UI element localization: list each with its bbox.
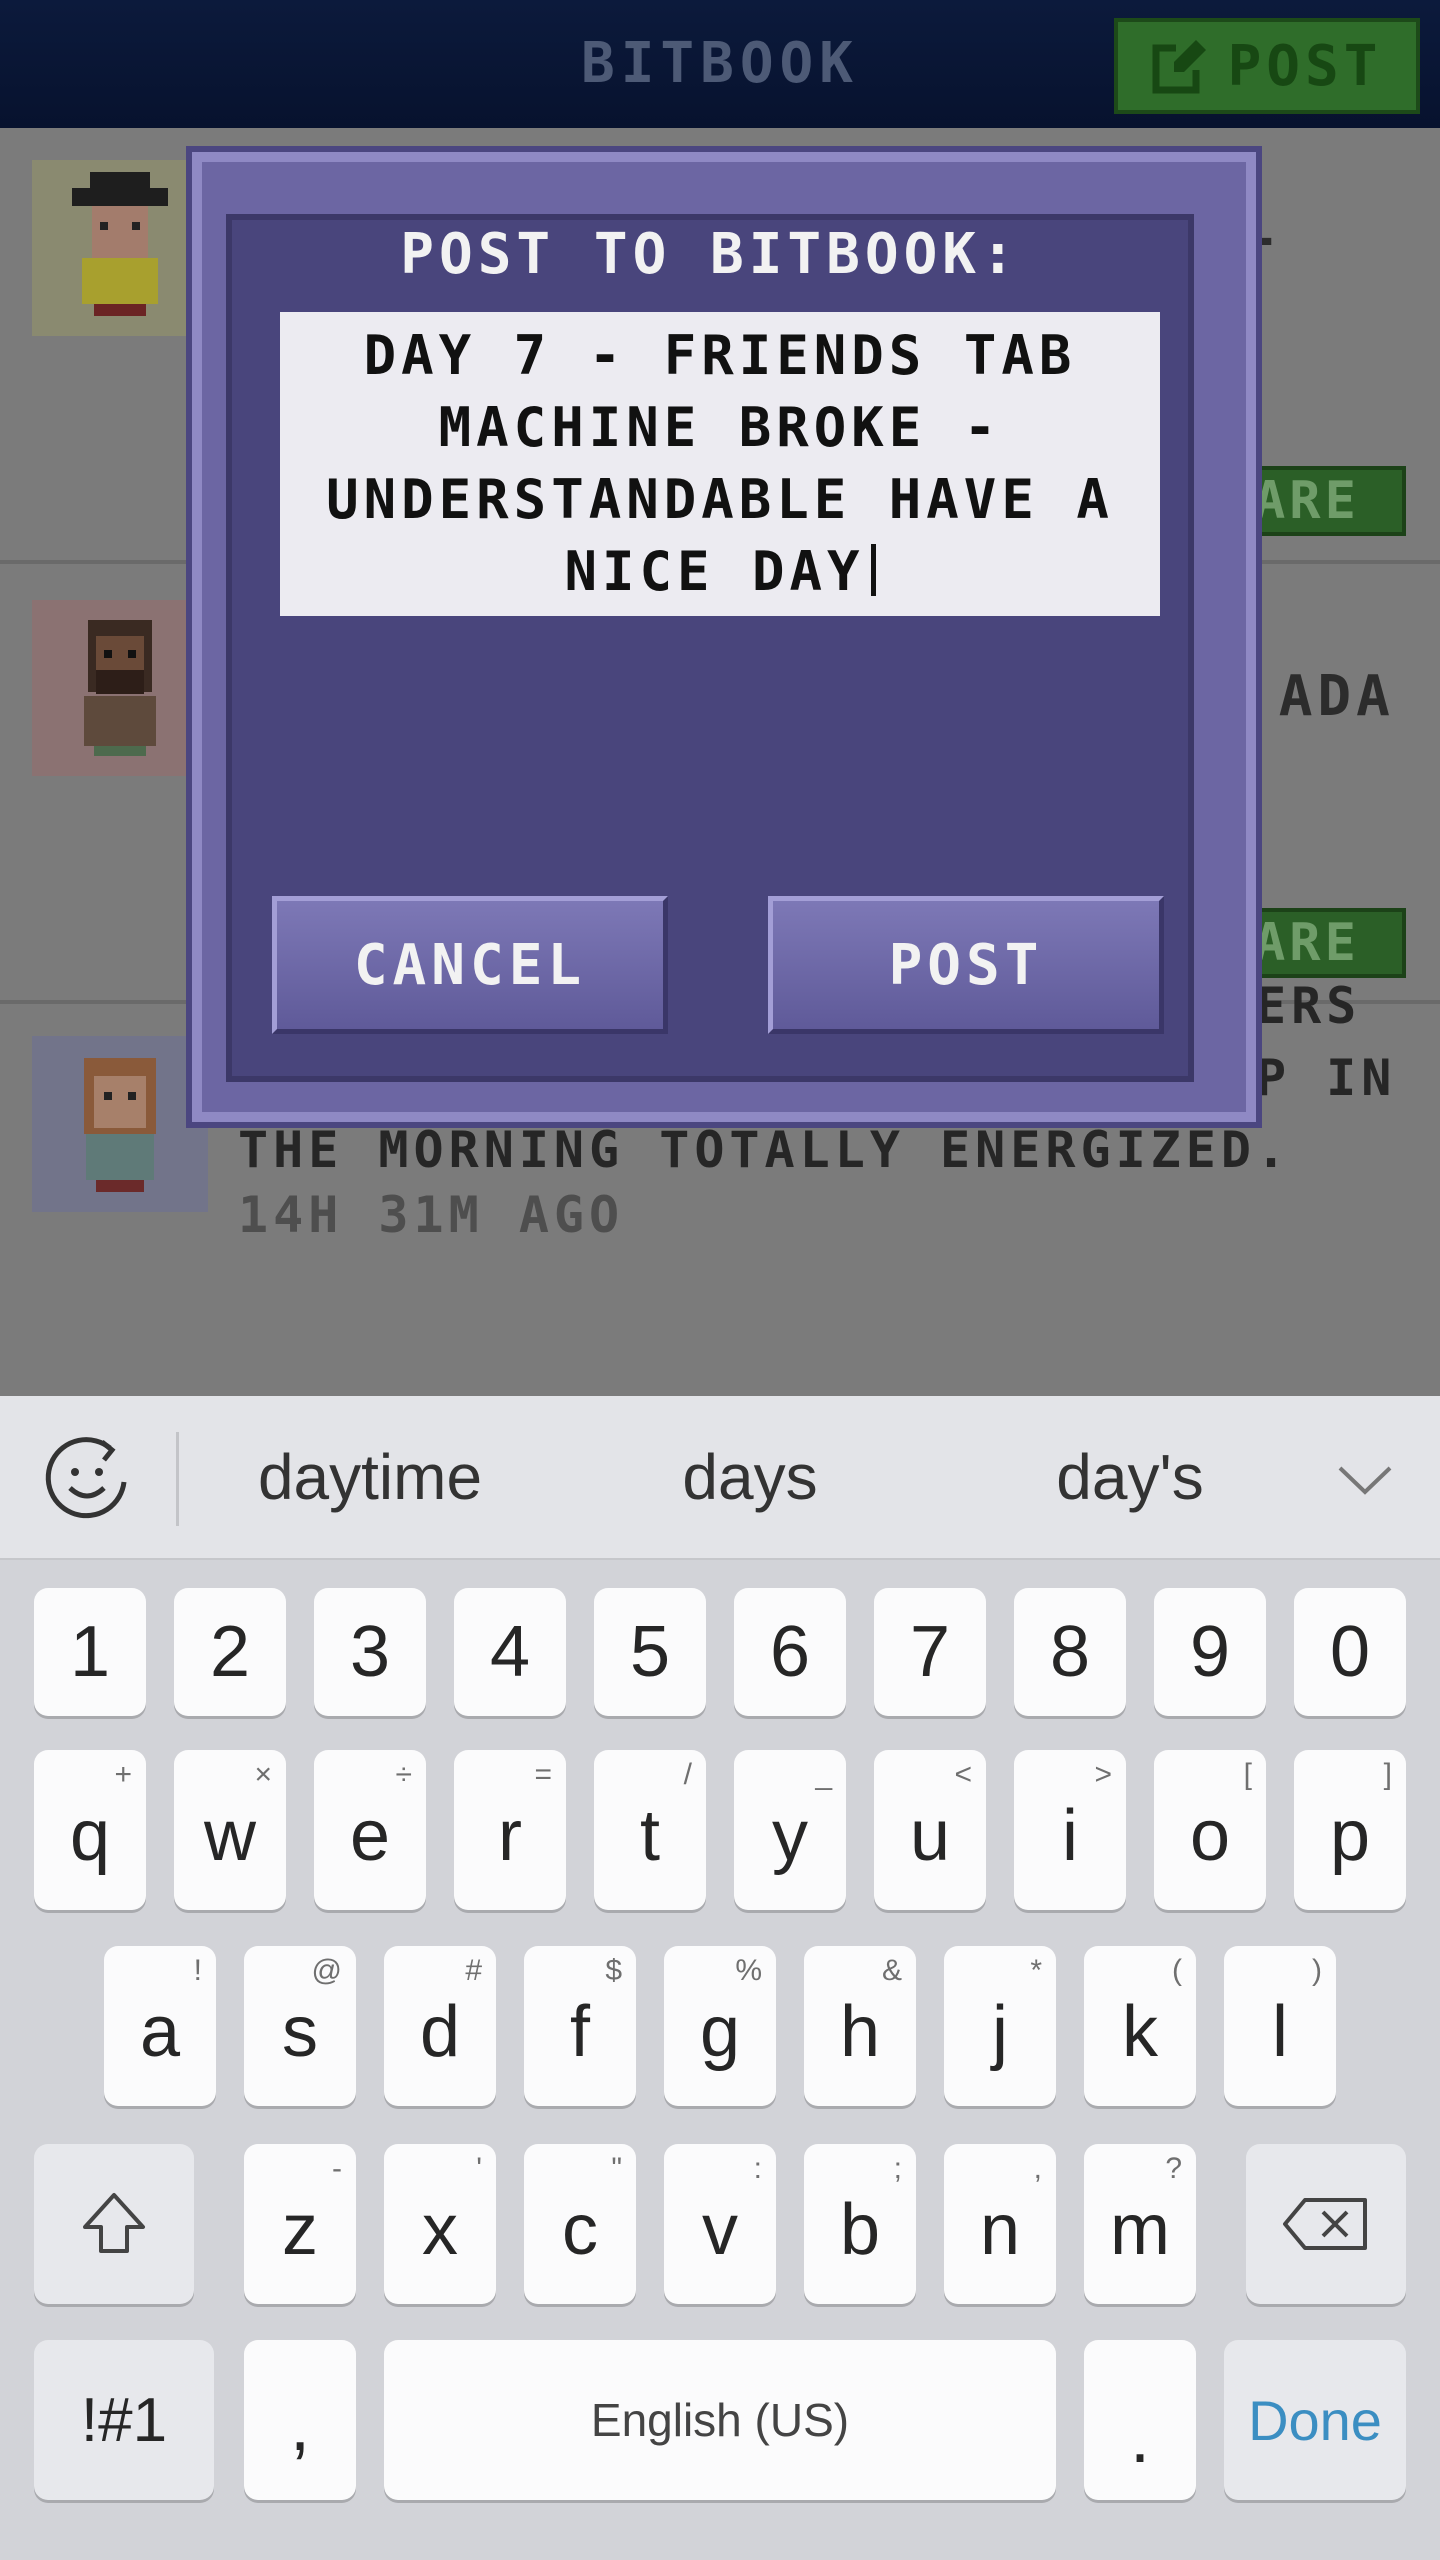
post-text-value: DAY 7 - FRIENDS TAB MACHINE BROKE - UNDE… [326, 324, 1114, 603]
space-key[interactable]: English (US) [384, 2340, 1056, 2500]
key-7[interactable]: 7 [874, 1588, 986, 1716]
key-1[interactable]: 1 [34, 1588, 146, 1716]
symbols-key[interactable]: !#1 [34, 2340, 214, 2500]
shift-icon [83, 2193, 145, 2253]
keyboard: daytime days day's 1 2 3 4 5 6 7 8 9 0 +… [0, 1396, 1440, 2560]
key-r[interactable]: = r [454, 1750, 566, 1910]
key-t[interactable]: / t [594, 1750, 706, 1910]
suggestion-divider [176, 1432, 179, 1526]
key-z[interactable]: -z [244, 2144, 356, 2304]
suggestion-1[interactable]: daytime [190, 1396, 550, 1558]
key-b[interactable]: ; b [804, 2144, 916, 2304]
key-k[interactable]: (k [1084, 1946, 1196, 2106]
key-g[interactable]: % g [664, 1946, 776, 2106]
key-n[interactable]: ,n [944, 2144, 1056, 2304]
suggestion-bar: daytime days day's [0, 1396, 1440, 1560]
shift-key[interactable] [34, 2144, 194, 2304]
suggestion-2[interactable]: days [580, 1396, 920, 1558]
post-button[interactable]: POST [768, 896, 1164, 1034]
post-timestamp: 14H 31M AGO [238, 1186, 625, 1244]
compose-post-button[interactable]: POST [1114, 18, 1420, 114]
key-h[interactable]: & h [804, 1946, 916, 2106]
edit-icon [1152, 40, 1206, 94]
key-j[interactable]: * j [944, 1946, 1056, 2106]
compose-post-label: POST [1227, 33, 1383, 99]
key-i[interactable]: > i [1014, 1750, 1126, 1910]
chevron-down-icon[interactable] [1336, 1450, 1394, 1508]
key-x[interactable]: ' x [384, 2144, 496, 2304]
backspace-icon [1283, 2198, 1367, 2250]
key-s[interactable]: @ s [244, 1946, 356, 2106]
key-a[interactable]: ! a [104, 1946, 216, 2106]
backspace-key[interactable] [1246, 2144, 1406, 2304]
avatar [32, 160, 208, 336]
key-u[interactable]: < u [874, 1750, 986, 1910]
key-w[interactable]: × w [174, 1750, 286, 1910]
key-v[interactable]: :v [664, 2144, 776, 2304]
key-d[interactable]: # d [384, 1946, 496, 2106]
key-o[interactable]: [o [1154, 1750, 1266, 1910]
key-f[interactable]: $ f [524, 1946, 636, 2106]
done-label: Done [1248, 2388, 1382, 2452]
key-q[interactable]: + q [34, 1750, 146, 1910]
comma-key[interactable]: , [244, 2340, 356, 2500]
emoji-smiley-icon[interactable] [40, 1432, 134, 1526]
key-9[interactable]: 9 [1154, 1588, 1266, 1716]
done-key[interactable]: Done [1224, 2340, 1406, 2500]
key-y[interactable]: _ y [734, 1750, 846, 1910]
key-8[interactable]: 8 [1014, 1588, 1126, 1716]
key-6[interactable]: 6 [734, 1588, 846, 1716]
key-0[interactable]: 0 [1294, 1588, 1406, 1716]
key-3[interactable]: 3 [314, 1588, 426, 1716]
avatar [32, 1036, 208, 1212]
key-5[interactable]: 5 [594, 1588, 706, 1716]
key-4[interactable]: 4 [454, 1588, 566, 1716]
key-m[interactable]: ? m [1084, 2144, 1196, 2304]
cancel-button[interactable]: CANCEL [272, 896, 668, 1034]
avatar [32, 600, 208, 776]
period-key[interactable]: . [1084, 2340, 1196, 2500]
key-e[interactable]: ÷ e [314, 1750, 426, 1910]
post-text-input[interactable]: DAY 7 - FRIENDS TAB MACHINE BROKE - UNDE… [280, 312, 1160, 616]
key-p[interactable]: ] p [1294, 1750, 1406, 1910]
suggestion-3[interactable]: day's [960, 1396, 1300, 1558]
feed-text-fragment: .ADA [1240, 664, 1395, 729]
text-cursor [870, 544, 876, 596]
dialog-title: POST TO BITBOOK: [400, 222, 1020, 287]
key-c[interactable]: " c [524, 2144, 636, 2304]
key-l[interactable]: ) l [1224, 1946, 1336, 2106]
key-2[interactable]: 2 [174, 1588, 286, 1716]
